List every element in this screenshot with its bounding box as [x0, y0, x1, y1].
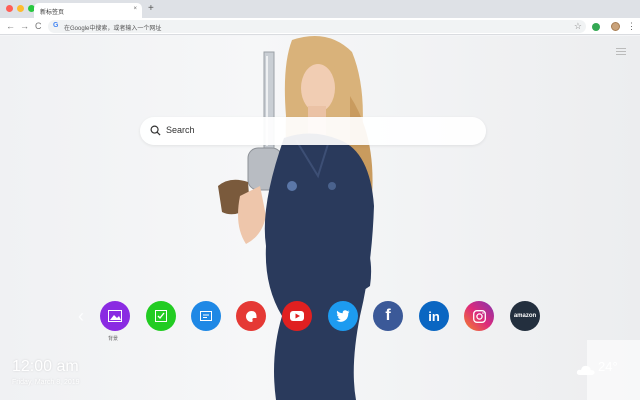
amazon-shortcut[interactable]: amazon	[510, 301, 540, 331]
active-tab[interactable]: 新标签页 ×	[34, 3, 142, 18]
games-shortcut[interactable]	[236, 301, 266, 331]
close-window-button[interactable]	[6, 5, 13, 12]
instagram-shortcut[interactable]	[464, 301, 494, 331]
search-icon	[150, 125, 161, 136]
image-icon	[108, 310, 122, 322]
search-box[interactable]: Search	[140, 117, 486, 145]
extension-icon[interactable]	[592, 23, 600, 31]
window-controls	[6, 5, 35, 12]
tab-strip: 新标签页 × +	[0, 0, 640, 18]
background-photo	[218, 36, 374, 400]
chevron-left-icon[interactable]: ‹	[78, 306, 84, 327]
clock-time: 12:00 am	[12, 358, 79, 375]
menu-icon[interactable]	[616, 48, 626, 57]
tab-title: 新标签页	[40, 10, 65, 16]
google-icon: G	[53, 22, 59, 29]
shortcut-label: 背景	[108, 336, 119, 342]
browser-toolbar: ← → C G 在Google中搜索，或者输入一个网址 ☆ ⋮	[0, 18, 640, 35]
twitter-shortcut[interactable]	[328, 301, 358, 331]
new-tab-page: Search ‹ f in amazon 背景 12:00 am Friday,…	[0, 36, 640, 400]
tab-close-icon[interactable]: ×	[133, 6, 137, 12]
wallpaper-shortcut[interactable]	[100, 301, 130, 331]
checklist-icon	[155, 310, 167, 322]
amazon-icon: amazon	[513, 313, 537, 319]
youtube-icon	[290, 311, 304, 321]
bookmark-star-icon[interactable]: ☆	[574, 21, 582, 32]
linkedin-shortcut[interactable]: in	[419, 301, 449, 331]
address-bar[interactable]: G 在Google中搜索，或者输入一个网址 ☆	[48, 20, 586, 33]
instagram-icon	[472, 309, 486, 323]
clock-date: Friday, March 8, 2019	[12, 379, 80, 386]
forward-button[interactable]: →	[20, 20, 29, 32]
linkedin-icon: in	[428, 308, 440, 324]
facebook-icon: f	[385, 307, 391, 324]
browser-menu-icon[interactable]: ⋮	[627, 20, 636, 32]
todo-shortcut[interactable]	[146, 301, 176, 331]
minimize-window-button[interactable]	[17, 5, 24, 12]
reload-button[interactable]: C	[35, 20, 42, 32]
palette-icon	[245, 310, 257, 322]
search-input[interactable]: Search	[166, 125, 195, 135]
back-button[interactable]: ←	[6, 20, 15, 32]
facebook-shortcut[interactable]: f	[373, 301, 403, 331]
cloud-icon	[576, 365, 595, 375]
address-placeholder: 在Google中搜索，或者输入一个网址	[64, 26, 162, 32]
temperature: 24°	[598, 359, 618, 374]
notes-icon	[200, 311, 212, 321]
youtube-shortcut[interactable]	[282, 301, 312, 331]
new-tab-button[interactable]: +	[148, 3, 154, 15]
notes-shortcut[interactable]	[191, 301, 221, 331]
profile-avatar[interactable]	[611, 22, 620, 31]
twitter-icon	[336, 310, 350, 322]
